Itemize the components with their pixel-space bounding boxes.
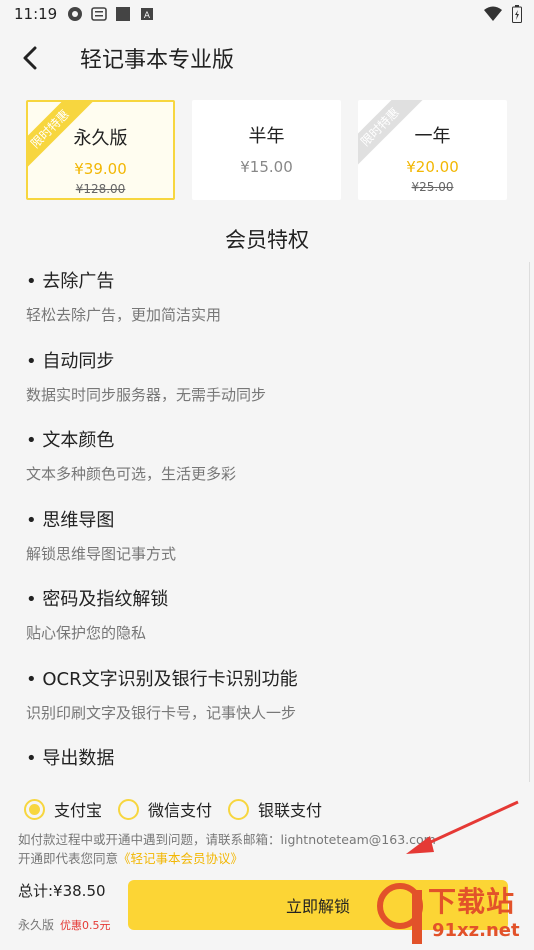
feature-item: 去除广告 轻松去除广告，更加简洁实用 (0, 262, 534, 342)
total-price: 总计:¥38.50 (18, 882, 106, 900)
feature-title: 导出数据 (26, 739, 534, 770)
aperture-icon (68, 7, 83, 21)
feature-title: 思维导图 (26, 501, 534, 532)
feature-item: 密码及指纹解锁 贴心保护您的隐私 (0, 580, 534, 660)
feature-desc: 文本多种颜色可选，生活更多彩 (26, 465, 237, 483)
chevron-left-icon (23, 46, 37, 70)
plan-price: ¥15.00 (240, 158, 293, 176)
watermark: 下载站 91xz.net (376, 876, 534, 950)
watermark-text: 下载站 (428, 885, 516, 918)
section-title: 会员特权 (225, 228, 309, 252)
feature-item: 自动同步 数据实时同步服务器，无需手动同步 (0, 342, 534, 422)
annotation-arrow-icon (406, 800, 519, 854)
feature-list[interactable]: 去除广告 轻松去除广告，更加简洁实用 自动同步 数据实时同步服务器，无需手动同步… (0, 262, 534, 819)
keyboard-icon (91, 7, 108, 21)
agreement-link[interactable]: 《轻记事本会员协议》 (118, 851, 243, 866)
plan-price: ¥20.00 (406, 158, 459, 176)
feature-item: 思维导图 解锁思维导图记事方式 (0, 501, 534, 581)
plan-original-price: ¥128.00 (75, 182, 126, 196)
feature-desc: 解锁思维导图记事方式 (26, 544, 177, 563)
feature-desc: 贴心保护您的隐私 (26, 624, 147, 642)
feature-desc: 轻松去除广告，更加简洁实用 (26, 306, 222, 324)
selected-plan-summary: 永久版 优惠0.5元 (18, 916, 111, 933)
feature-desc: 数据实时同步服务器，无需手动同步 (26, 385, 267, 404)
feature-title: OCR文字识别及银行卡识别功能 (26, 660, 534, 691)
plan-name: 半年 (248, 126, 285, 147)
pay-option-unionpay[interactable]: 银联支付 (228, 797, 322, 821)
feature-item: OCR文字识别及银行卡识别功能 识别印刷文字及银行卡号，记事快人一步 (0, 660, 534, 740)
square-icon (116, 7, 131, 21)
radio-unselected-icon (118, 798, 140, 820)
discount-label: 优惠0.5元 (60, 919, 111, 932)
scrollbar[interactable] (529, 262, 530, 782)
battery-icon (512, 5, 522, 23)
pay-option-wechat[interactable]: 微信支付 (118, 797, 212, 821)
feature-title: 去除广告 (26, 262, 534, 293)
pay-option-alipay[interactable]: 支付宝 (24, 797, 102, 821)
plan-card-one-year[interactable]: 限时特惠 一年 ¥20.00 ¥25.00 (358, 100, 507, 200)
payment-notice: 如付款过程中或开通中遇到问题，请联系邮箱：lightnoteteam@163.c… (18, 830, 436, 868)
page-title: 轻记事本专业版 (80, 48, 235, 73)
pay-label: 支付宝 (54, 801, 103, 820)
plan-price: ¥39.00 (74, 160, 127, 178)
plan-card-permanent[interactable]: 限时特惠 永久版 ¥39.00 ¥128.00 (26, 100, 175, 200)
feature-title: 密码及指纹解锁 (26, 580, 534, 611)
notice-agreement: 开通即代表您同意《轻记事本会员协议》 (18, 851, 244, 866)
watermark-url: 91xz.net (432, 920, 520, 941)
payment-options: 支付宝 微信支付 银联支付 (24, 797, 338, 821)
plan-original-price: ¥25.00 (411, 180, 454, 194)
pay-label: 银联支付 (258, 801, 323, 820)
header: 轻记事本专业版 (0, 32, 534, 84)
feature-item: 文本颜色 文本多种颜色可选，生活更多彩 (0, 421, 534, 501)
plan-card-half-year[interactable]: 半年 ¥15.00 (192, 100, 341, 200)
feature-title: 文本颜色 (26, 421, 534, 452)
plan-options: 限时特惠 永久版 ¥39.00 ¥128.00 半年 ¥15.00 限时特惠 一… (26, 100, 510, 200)
notice-contact: 如付款过程中或开通中遇到问题，请联系邮箱：lightnoteteam@163.c… (18, 832, 436, 847)
wifi-icon (484, 6, 502, 21)
a-box-icon: A (141, 8, 154, 21)
pay-label: 微信支付 (148, 801, 213, 820)
back-button[interactable] (0, 32, 60, 84)
radio-unselected-icon (228, 798, 250, 820)
watermark-logo-icon (377, 883, 423, 944)
status-time: 11:19 (14, 5, 58, 23)
selected-plan-name: 永久版 (18, 918, 55, 932)
feature-desc: 识别印刷文字及银行卡号，记事快人一步 (26, 703, 297, 722)
svg-text:A: A (144, 11, 151, 21)
feature-title: 自动同步 (26, 342, 534, 373)
radio-selected-icon (24, 798, 45, 820)
status-bar: 11:19 A (0, 0, 534, 28)
